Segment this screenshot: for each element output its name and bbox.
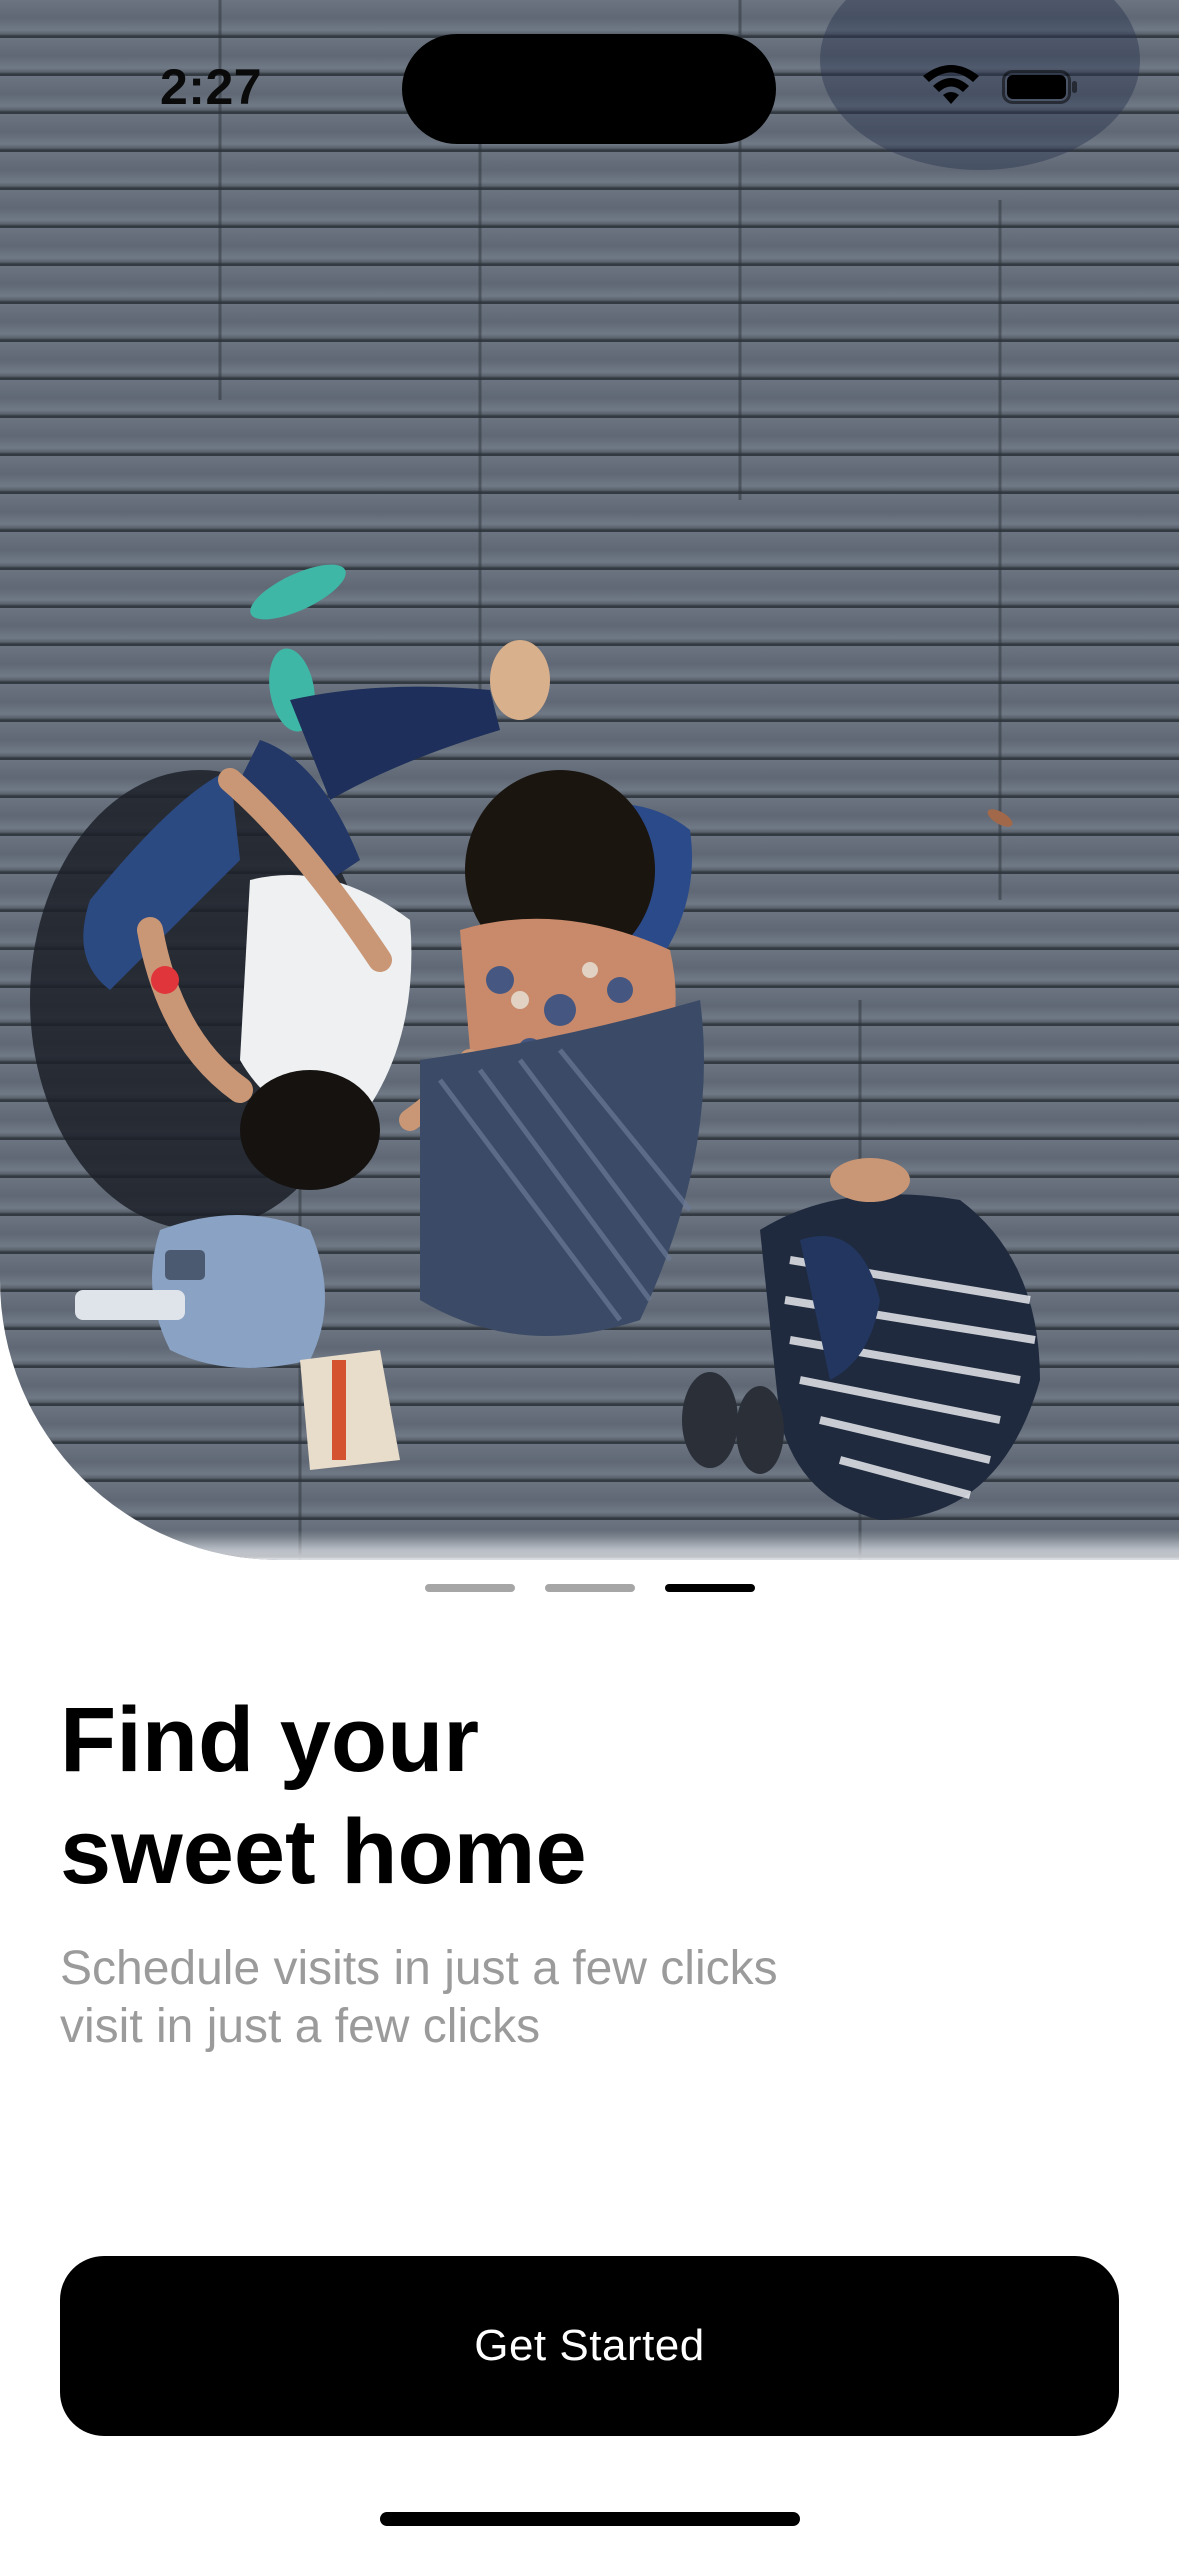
hero-bottom-fade <box>0 1530 1179 1560</box>
dynamic-island <box>402 34 776 144</box>
title-line: Find your <box>60 1689 480 1791</box>
onboarding-title: Find your sweet home <box>60 1684 960 1908</box>
get-started-button[interactable]: Get Started <box>60 2256 1119 2436</box>
hero-image <box>0 0 1179 1560</box>
page-indicator <box>425 1584 755 1592</box>
page-indicator-dot-active[interactable] <box>665 1584 755 1592</box>
page-indicator-dot[interactable] <box>545 1584 635 1592</box>
title-line: sweet home <box>60 1801 587 1903</box>
status-time: 2:27 <box>160 59 263 115</box>
page-indicator-dot[interactable] <box>425 1584 515 1592</box>
subtitle-line: Schedule visits in just a few clicks <box>60 1942 778 1995</box>
subtitle-line: visit in just a few clicks <box>60 2000 541 2053</box>
boardwalk-photo-illustration <box>30 0 1140 1560</box>
onboarding-subtitle: Schedule visits in just a few clicks vis… <box>60 1940 960 2056</box>
wifi-icon <box>923 65 979 104</box>
battery-icon <box>1002 70 1077 104</box>
home-indicator[interactable] <box>380 2512 800 2526</box>
